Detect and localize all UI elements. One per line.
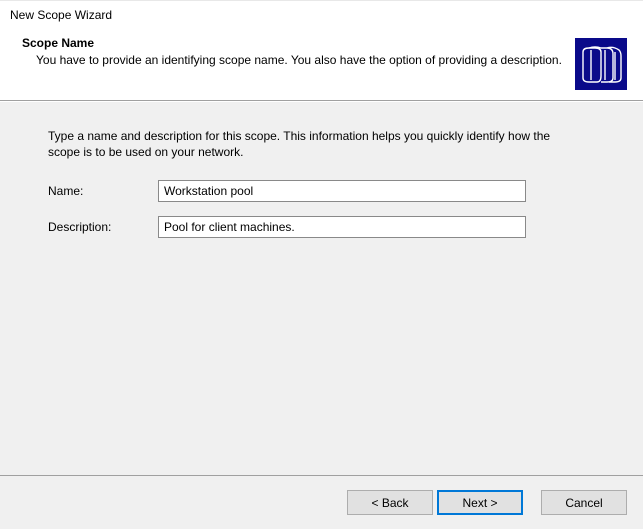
next-button[interactable]: Next >	[437, 490, 523, 515]
description-input[interactable]	[158, 216, 526, 238]
instruction-text: Type a name and description for this sco…	[48, 128, 578, 160]
wizard-window: New Scope Wizard Scope Name You have to …	[0, 0, 643, 529]
page-subtitle: You have to provide an identifying scope…	[22, 52, 563, 68]
name-label: Name:	[48, 184, 158, 198]
back-button[interactable]: < Back	[347, 490, 433, 515]
name-input[interactable]	[158, 180, 526, 202]
wizard-content: Type a name and description for this sco…	[0, 101, 643, 475]
description-label: Description:	[48, 220, 158, 234]
description-field-row: Description:	[48, 216, 595, 238]
window-title: New Scope Wizard	[0, 1, 643, 28]
header-text-block: Scope Name You have to provide an identi…	[22, 36, 575, 68]
scope-icon	[575, 38, 627, 90]
page-title: Scope Name	[22, 36, 563, 50]
cancel-button[interactable]: Cancel	[541, 490, 627, 515]
wizard-header: Scope Name You have to provide an identi…	[0, 28, 643, 101]
nav-button-group: < Back Next >	[347, 490, 523, 515]
name-field-row: Name:	[48, 180, 595, 202]
wizard-footer: < Back Next > Cancel	[0, 475, 643, 529]
